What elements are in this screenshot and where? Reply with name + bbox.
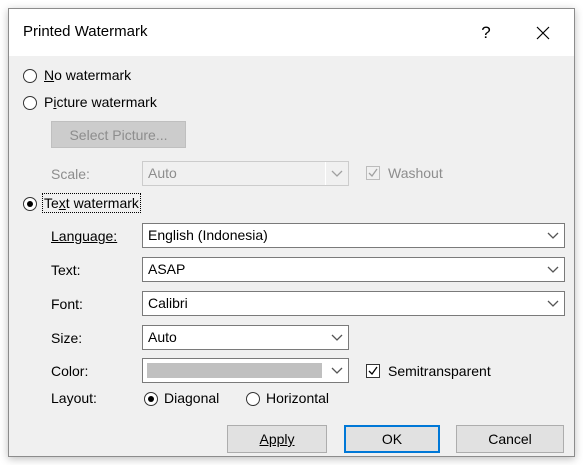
language-label: Language: [51,228,118,244]
select-picture-button[interactable]: Select Picture... [51,121,186,148]
help-icon: ? [481,23,491,42]
close-button[interactable] [523,16,563,50]
language-dropdown-arrow[interactable] [541,224,564,247]
scale-dropdown-arrow [325,162,348,185]
chevron-down-icon [331,367,343,374]
scale-select[interactable]: Auto [142,161,349,186]
layout-label: Layout: [51,390,97,406]
chevron-down-icon [331,170,343,177]
font-label: Font: [51,296,83,312]
close-icon [536,26,550,40]
chevron-down-icon [547,232,559,239]
no-watermark-radio[interactable] [23,69,37,83]
language-select[interactable]: English (Indonesia) [142,223,565,248]
color-dropdown-arrow[interactable] [325,359,348,382]
title-bar: Printed Watermark ? [9,9,574,56]
text-watermark-label[interactable]: Text watermark [42,193,141,213]
picture-watermark-label[interactable]: Picture watermark [44,94,157,110]
text-dropdown-arrow[interactable] [541,258,564,281]
text-label: Text: [51,262,81,278]
printed-watermark-dialog: Printed Watermark ? No watermark Picture… [8,8,575,457]
checkmark-icon [368,168,378,178]
apply-button[interactable]: Apply [227,425,327,453]
cancel-button[interactable]: Cancel [456,425,564,453]
size-dropdown-arrow[interactable] [325,326,348,349]
horizontal-label[interactable]: Horizontal [266,390,329,406]
washout-label: Washout [388,165,443,181]
washout-checkbox[interactable] [366,166,380,180]
scale-label: Scale: [51,166,90,182]
chevron-down-icon [547,300,559,307]
color-select[interactable] [142,358,349,383]
size-label: Size: [51,330,83,346]
diagonal-radio[interactable] [144,392,158,406]
diagonal-label[interactable]: Diagonal [164,390,219,406]
color-swatch [147,363,322,378]
dialog-title: Printed Watermark [23,23,148,40]
text-watermark-radio[interactable] [23,197,37,211]
chevron-down-icon [547,266,559,273]
font-select[interactable]: Calibri [142,291,565,316]
checkmark-icon [368,366,378,376]
size-select[interactable]: Auto [142,325,349,350]
no-watermark-label[interactable]: No watermark [44,67,131,83]
help-button[interactable]: ? [467,16,505,50]
ok-button[interactable]: OK [344,425,440,453]
text-combo[interactable]: ASAP [142,257,565,282]
chevron-down-icon [331,334,343,341]
semitransparent-label[interactable]: Semitransparent [388,363,491,379]
font-dropdown-arrow[interactable] [541,292,564,315]
horizontal-radio[interactable] [246,392,260,406]
semitransparent-checkbox[interactable] [366,364,380,378]
color-label: Color: [51,363,89,379]
picture-watermark-radio[interactable] [23,96,37,110]
